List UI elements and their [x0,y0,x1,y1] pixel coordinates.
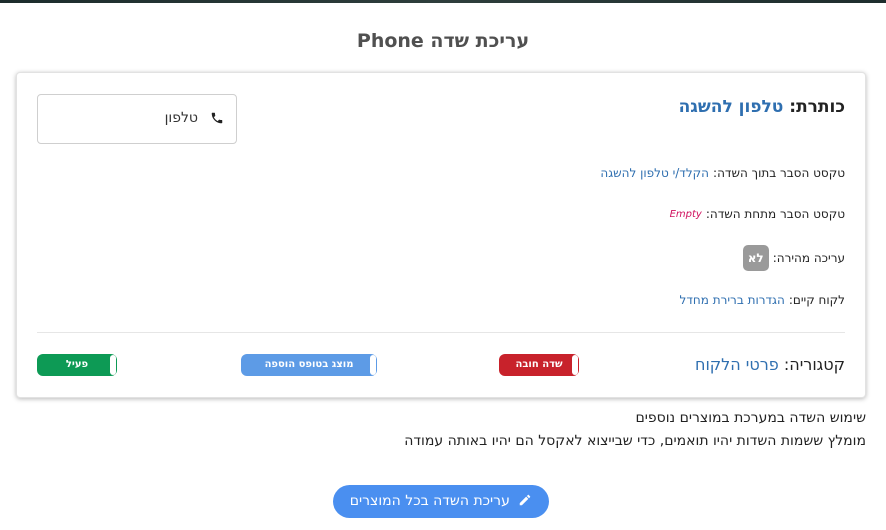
toggle-knob [110,355,116,375]
top-strip [0,0,886,3]
toggle-knob [370,355,376,375]
required-toggle-label: שדה חובה [515,359,563,370]
toggle-knob [572,355,578,375]
edit-all-products-label: עריכת השדה בכל המוצרים [349,493,510,509]
divider [37,332,845,333]
inner-hint-label: טקסט הסבר בתוך השדה: [713,166,845,180]
inner-hint-value[interactable]: הקלד/י טלפון להשגה [600,166,709,180]
pencil-icon [520,494,531,506]
required-toggle[interactable]: שדה חובה [499,354,579,376]
field-heading-label: כותרת: [789,97,845,117]
below-hint-value[interactable]: Empty [670,209,702,220]
existing-customer-row: לקוח קיים: הגדרות ברירת מחדל [680,293,845,307]
below-hint-label: טקסט הסבר מתחת השדה: [705,207,845,221]
preview-text: טלפון [164,110,198,126]
field-heading-value: טלפון להשגה [678,97,784,117]
quick-edit-label: עריכה מהירה: [772,251,845,265]
edit-all-products-button[interactable]: עריכת השדה בכל המוצרים [333,485,549,518]
active-toggle-label: פעיל [65,359,89,370]
page-title: עריכת שדה Phone [356,30,530,52]
field-heading: כותרת: טלפון להשגה [679,97,845,117]
below-hint-row: טקסט הסבר מתחת השדה: Empty [670,207,845,221]
category-label: קטגוריה: [783,355,845,374]
category: קטגוריה: פרטי הלקוח [695,355,845,374]
field-preview[interactable]: טלפון [37,94,237,144]
addon-form-toggle[interactable]: מוצג בטופס הוספה [241,354,377,376]
field-card: כותרת: טלפון להשגה טלפון טקסט הסבר בתוך … [16,72,866,398]
existing-customer-value[interactable]: הגדרות ברירת מחדל [680,293,785,307]
active-toggle[interactable]: פעיל [37,354,117,376]
inner-hint-row: טקסט הסבר בתוך השדה: הקלד/י טלפון להשגה [600,166,845,180]
quick-edit-badge[interactable]: לא [742,245,769,271]
phone-icon [211,112,223,124]
existing-customer-label: לקוח קיים: [788,293,845,307]
addon-form-toggle-label: מוצג בטופס הוספה [264,359,354,370]
info-line-1: שימוש השדה במערכת במוצרים נוספים [635,410,866,426]
quick-edit-row: עריכה מהירה: לא [742,245,845,271]
info-line-2: מומלץ ששמות השדות יהיו תואמים, כדי שבייצ… [404,433,866,449]
category-value[interactable]: פרטי הלקוח [695,355,779,374]
